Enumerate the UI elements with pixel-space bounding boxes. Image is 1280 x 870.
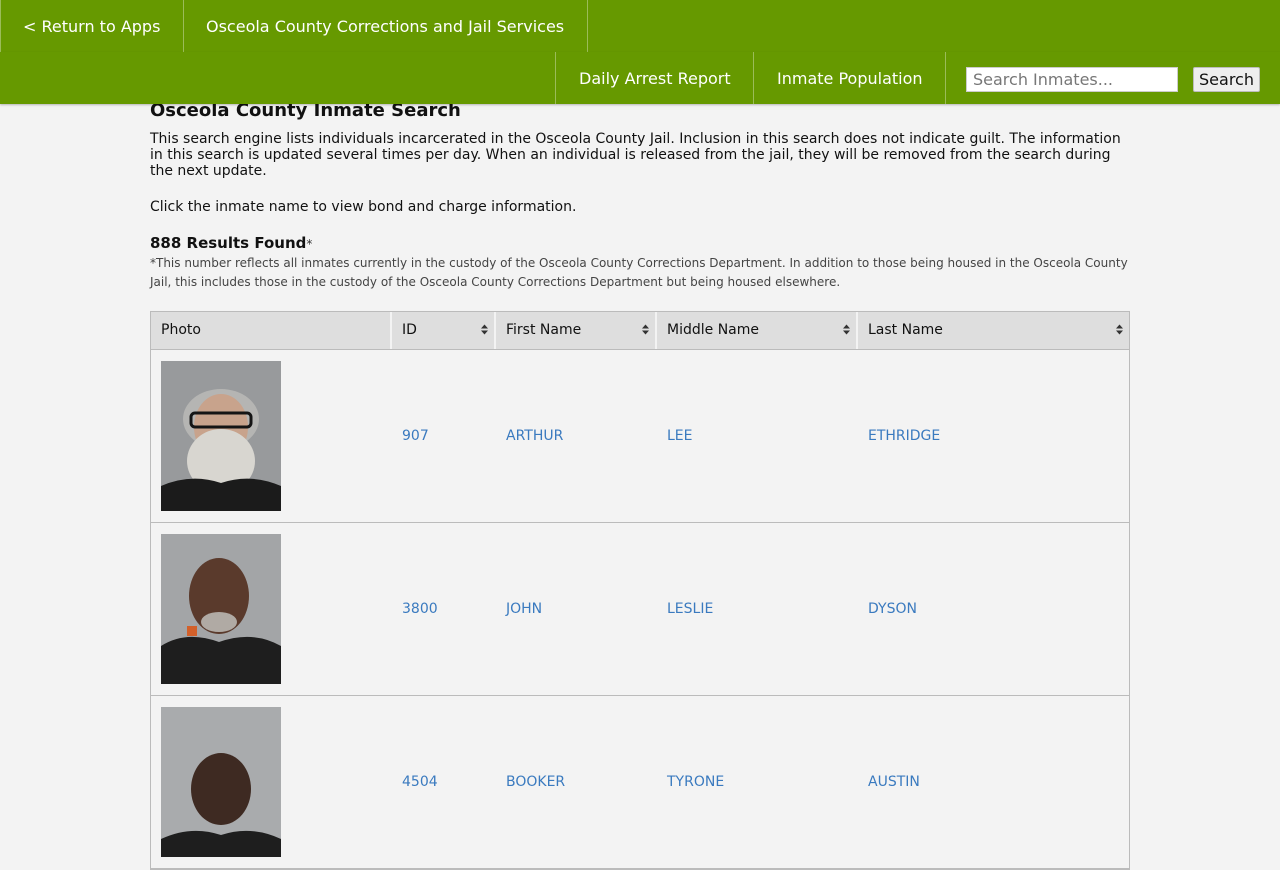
table-header: Photo ID First Name Middle Name Last Nam… <box>151 312 1129 350</box>
first-name-link[interactable]: ARTHUR <box>506 428 563 444</box>
column-header-label: Last Name <box>868 322 943 338</box>
last-name-cell: ETHRIDGE <box>858 350 1129 522</box>
inmate-population-link[interactable]: Inmate Population <box>777 52 923 104</box>
column-header-first-name[interactable]: First Name <box>496 312 657 349</box>
table-row: 907 ARTHUR LEE ETHRIDGE <box>151 350 1129 523</box>
middle-name-cell: TYRONE <box>657 696 858 868</box>
daily-arrest-report-link[interactable]: Daily Arrest Report <box>579 52 731 104</box>
middle-name-link[interactable]: LEE <box>667 428 693 444</box>
search-button[interactable]: Search <box>1193 67 1260 92</box>
last-name-cell: DYSON <box>858 523 1129 695</box>
sub-navbar: Daily Arrest Report Inmate Population Se… <box>0 52 1280 104</box>
middle-name-cell: LESLIE <box>657 523 858 695</box>
column-header-id[interactable]: ID <box>392 312 496 349</box>
id-cell: 907 <box>392 350 496 522</box>
first-name-cell: JOHN <box>496 523 657 695</box>
results-count: 888 Results Found* <box>150 234 312 252</box>
site-title-link[interactable]: Osceola County Corrections and Jail Serv… <box>206 0 564 52</box>
id-cell: 3800 <box>392 523 496 695</box>
nav-divider <box>0 0 1 52</box>
instruction-text: Click the inmate name to view bond and c… <box>150 199 577 215</box>
column-header-middle-name[interactable]: Middle Name <box>657 312 858 349</box>
inmate-id-link[interactable]: 907 <box>402 428 429 444</box>
table-row: 3800 JOHN LESLIE DYSON <box>151 523 1129 696</box>
results-asterisk: * <box>306 237 313 251</box>
sort-icon[interactable] <box>1116 312 1123 349</box>
last-name-link[interactable]: ETHRIDGE <box>868 428 940 444</box>
first-name-link[interactable]: JOHN <box>506 601 542 617</box>
column-header-label: ID <box>402 322 417 338</box>
nav-divider <box>945 52 946 104</box>
table-row: 4504 BOOKER TYRONE AUSTIN <box>151 696 1129 869</box>
results-footnote: *This number reflects all inmates curren… <box>150 256 1128 289</box>
nav-divider <box>587 0 588 52</box>
inmate-id-link[interactable]: 4504 <box>402 774 438 790</box>
return-to-apps-link[interactable]: < Return to Apps <box>23 0 160 52</box>
column-header-label: Middle Name <box>667 322 759 338</box>
top-navbar: < Return to Apps Osceola County Correcti… <box>0 0 1280 52</box>
first-name-cell: ARTHUR <box>496 350 657 522</box>
nav-divider <box>555 52 556 104</box>
nav-divider <box>183 0 184 52</box>
search-inmates-input[interactable] <box>966 67 1178 92</box>
last-name-link[interactable]: AUSTIN <box>868 774 920 790</box>
column-header-label: Photo <box>161 322 201 338</box>
sort-icon[interactable] <box>481 312 488 349</box>
column-header-last-name[interactable]: Last Name <box>858 312 1129 349</box>
column-header-label: First Name <box>506 322 582 338</box>
results-count-text: 888 Results Found <box>150 234 307 252</box>
first-name-cell: BOOKER <box>496 696 657 868</box>
last-name-link[interactable]: DYSON <box>868 601 917 617</box>
sort-icon[interactable] <box>642 312 649 349</box>
middle-name-link[interactable]: LESLIE <box>667 601 713 617</box>
id-cell: 4504 <box>392 696 496 868</box>
inmate-photo <box>161 534 281 684</box>
column-header-photo: Photo <box>151 312 392 349</box>
middle-name-link[interactable]: TYRONE <box>667 774 724 790</box>
intro-text: This search engine lists individuals inc… <box>150 131 1121 179</box>
inmate-photo <box>161 707 281 857</box>
inmate-photo <box>161 361 281 511</box>
mugshot-image <box>161 361 281 511</box>
nav-divider <box>753 52 754 104</box>
inmate-id-link[interactable]: 3800 <box>402 601 438 617</box>
sort-icon[interactable] <box>843 312 850 349</box>
last-name-cell: AUSTIN <box>858 696 1129 868</box>
middle-name-cell: LEE <box>657 350 858 522</box>
first-name-link[interactable]: BOOKER <box>506 774 565 790</box>
inmate-table: Photo ID First Name Middle Name Last Nam… <box>150 311 1130 870</box>
mugshot-image <box>161 707 281 857</box>
mugshot-image <box>161 534 281 684</box>
